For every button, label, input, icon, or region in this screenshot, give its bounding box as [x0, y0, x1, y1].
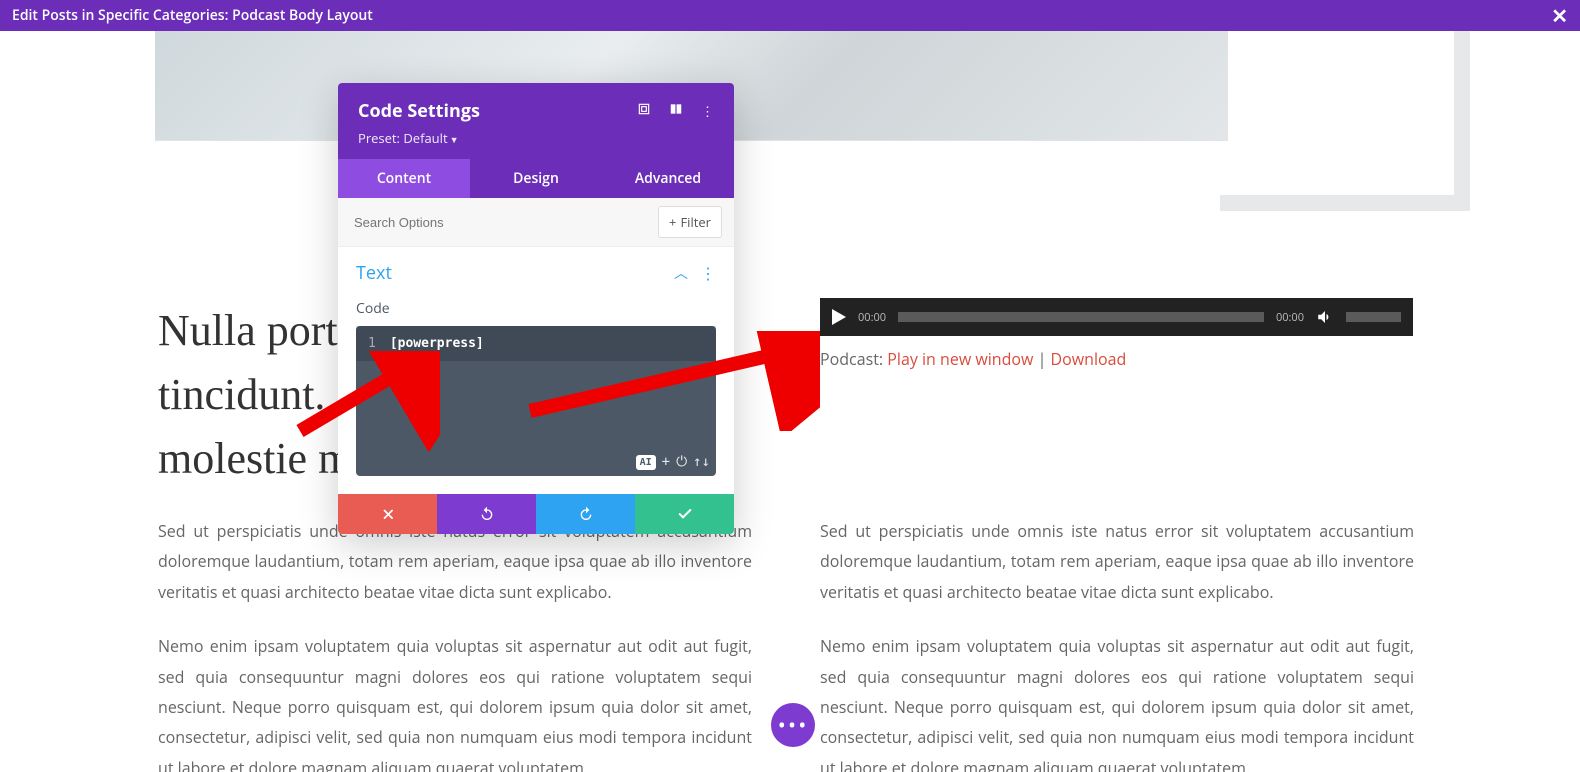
filter-label: Filter — [680, 213, 711, 231]
ai-icon[interactable]: AI — [636, 455, 656, 470]
podcast-meta: Podcast: Play in new window | Download — [820, 348, 1413, 370]
preset-label: Preset: Default — [358, 129, 448, 147]
play-new-window-link[interactable]: Play in new window — [887, 348, 1033, 370]
search-row: + Filter — [338, 198, 734, 247]
right-column: Sed ut perspiciatis unde omnis iste natu… — [820, 516, 1414, 772]
page-canvas: Nulla porttincidunt.molestie m 00:00 00:… — [0, 31, 1580, 772]
redo-button[interactable] — [536, 494, 635, 534]
code-text: [powerpress] — [390, 336, 484, 351]
undo-button[interactable] — [437, 494, 536, 534]
audio-widget: 00:00 00:00 Podcast: Play in new window … — [820, 298, 1413, 370]
modal-title: Code Settings — [358, 99, 480, 123]
download-link[interactable]: Download — [1051, 348, 1127, 370]
top-bar: Edit Posts in Specific Categories: Podca… — [0, 0, 1580, 31]
modal-header[interactable]: Code Settings ⋮ Preset: Default▼ — [338, 83, 734, 159]
preset-selector[interactable]: Preset: Default▼ — [358, 129, 714, 147]
more-icon[interactable]: ⋮ — [701, 102, 714, 120]
modal-tabs: Content Design Advanced — [338, 159, 734, 198]
code-toolbar: AI + ⏻ ↑↓ — [636, 454, 710, 470]
chevron-down-icon: ▼ — [450, 133, 459, 146]
cancel-button[interactable] — [338, 494, 437, 534]
tab-advanced[interactable]: Advanced — [602, 159, 734, 198]
fab-more-button[interactable]: ••• — [771, 703, 815, 747]
search-input[interactable] — [350, 209, 658, 236]
sort-icon[interactable]: ↑↓ — [693, 454, 710, 470]
play-icon[interactable] — [832, 309, 846, 325]
close-icon[interactable]: ✕ — [1551, 6, 1568, 26]
paragraph: Nemo enim ipsam voluptatem quia voluptas… — [820, 631, 1414, 772]
podcast-label: Podcast: — [820, 348, 887, 370]
paragraph: Nemo enim ipsam voluptatem quia voluptas… — [158, 631, 752, 772]
audio-time-current: 00:00 — [858, 310, 886, 325]
volume-bar[interactable] — [1346, 312, 1401, 322]
section-title: Text — [356, 261, 392, 285]
filter-button[interactable]: + Filter — [658, 206, 722, 238]
save-button[interactable] — [635, 494, 734, 534]
code-editor[interactable]: 1 [powerpress] AI + ⏻ ↑↓ — [356, 326, 716, 476]
plus-icon: + — [669, 213, 676, 231]
code-field-label: Code — [338, 299, 734, 326]
expand-icon[interactable] — [637, 102, 651, 120]
page-title: Edit Posts in Specific Categories: Podca… — [12, 6, 373, 25]
power-icon[interactable]: ⏻ — [676, 454, 687, 470]
code-settings-modal: Code Settings ⋮ Preset: Default▼ Content… — [338, 83, 734, 534]
section-more-icon[interactable]: ⋮ — [700, 262, 716, 284]
add-icon[interactable]: + — [662, 454, 670, 470]
section-header[interactable]: Text ︿ ⋮ — [338, 247, 734, 299]
modal-actions — [338, 494, 734, 534]
tab-design[interactable]: Design — [470, 159, 602, 198]
left-column: Sed ut perspiciatis unde omnis iste natu… — [158, 516, 752, 772]
audio-player[interactable]: 00:00 00:00 — [820, 298, 1413, 336]
hero-decor-frame — [1220, 31, 1470, 211]
speaker-icon[interactable] — [1316, 308, 1334, 326]
line-number: 1 — [368, 336, 376, 351]
ellipsis-icon: ••• — [778, 710, 809, 740]
tab-content[interactable]: Content — [338, 159, 470, 198]
audio-progress-bar[interactable] — [898, 312, 1264, 322]
post-heading: Nulla porttincidunt.molestie m — [158, 299, 352, 490]
chevron-up-icon[interactable]: ︿ — [674, 263, 688, 283]
paragraph: Sed ut perspiciatis unde omnis iste natu… — [820, 516, 1414, 607]
audio-time-total: 00:00 — [1276, 310, 1304, 325]
separator: | — [1033, 348, 1050, 370]
snap-icon[interactable] — [669, 102, 683, 120]
